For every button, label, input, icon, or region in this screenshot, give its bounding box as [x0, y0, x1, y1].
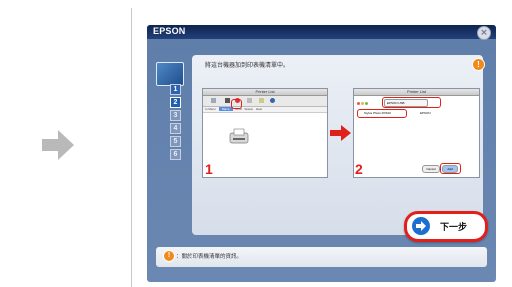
- screenshot-1-title: Printer List: [255, 89, 275, 94]
- col-host: Host: [255, 107, 262, 111]
- instruction-text: 將這台機器加到印表機清單中。: [205, 62, 290, 69]
- info-icon[interactable]: !: [163, 250, 175, 262]
- color-sync-icon: [259, 98, 264, 103]
- add-button-highlight: [440, 163, 461, 174]
- large-arrow-right-icon: [42, 130, 74, 160]
- printer-kind: EPSON: [420, 111, 431, 115]
- divider-line: [131, 8, 132, 287]
- step-number-1: 1: [205, 161, 213, 177]
- printer-list-screenshot-2: Printer List EPSON USB Stylus Photo RX61…: [353, 88, 480, 178]
- step-6: 6: [170, 149, 181, 160]
- make-default-icon: [211, 98, 216, 103]
- step-number-2: 2: [355, 161, 363, 177]
- column-headers: In Menu Name Kind Status Host: [203, 107, 327, 113]
- close-icon[interactable]: ×: [477, 26, 491, 40]
- add-button-highlight: [231, 99, 242, 109]
- window-title: EPSON: [153, 26, 186, 36]
- next-button-label: 下一步: [440, 223, 468, 233]
- dropdown-highlight: [382, 97, 441, 108]
- utility-icon: [247, 98, 252, 103]
- step-4: 4: [170, 123, 181, 134]
- step-5: 5: [170, 136, 181, 147]
- step-2: 2: [170, 97, 181, 108]
- col-status: Status: [244, 107, 253, 111]
- step-1: 1: [170, 84, 181, 95]
- screenshot-2-title: Printer List: [406, 89, 427, 94]
- info-icon[interactable]: !: [472, 58, 485, 71]
- arrow-right-icon: [412, 217, 430, 235]
- epson-installer-window: EPSON × 1 2 3 4 5 6 將這台機器加到印表機清單中。 ! Pri…: [147, 25, 496, 282]
- screenshot-title-bar: Printer List: [203, 89, 327, 105]
- printer-list-toolbar: [203, 96, 327, 107]
- epson-logo-icon: [156, 62, 184, 86]
- step-3: 3: [170, 110, 181, 121]
- footer-info-text: ：關於印表機清單的資訊。: [176, 254, 243, 260]
- screenshot-title-bar: Printer List: [354, 89, 479, 105]
- show-info-icon: [270, 98, 275, 103]
- printer-list-screenshot-1: Printer List In Menu Name Kind Status Ho…: [202, 88, 328, 178]
- printer-row-highlight: [357, 109, 407, 118]
- red-arrow-right-icon: [330, 125, 351, 141]
- step-list: 1 2 3 4 5 6: [170, 84, 181, 162]
- add-printer-icon: [225, 98, 230, 103]
- cancel-button[interactable]: Cancel: [422, 165, 440, 173]
- printer-icon: [229, 128, 249, 144]
- next-button[interactable]: 下一步: [404, 211, 488, 242]
- title-bar: EPSON ×: [147, 25, 496, 40]
